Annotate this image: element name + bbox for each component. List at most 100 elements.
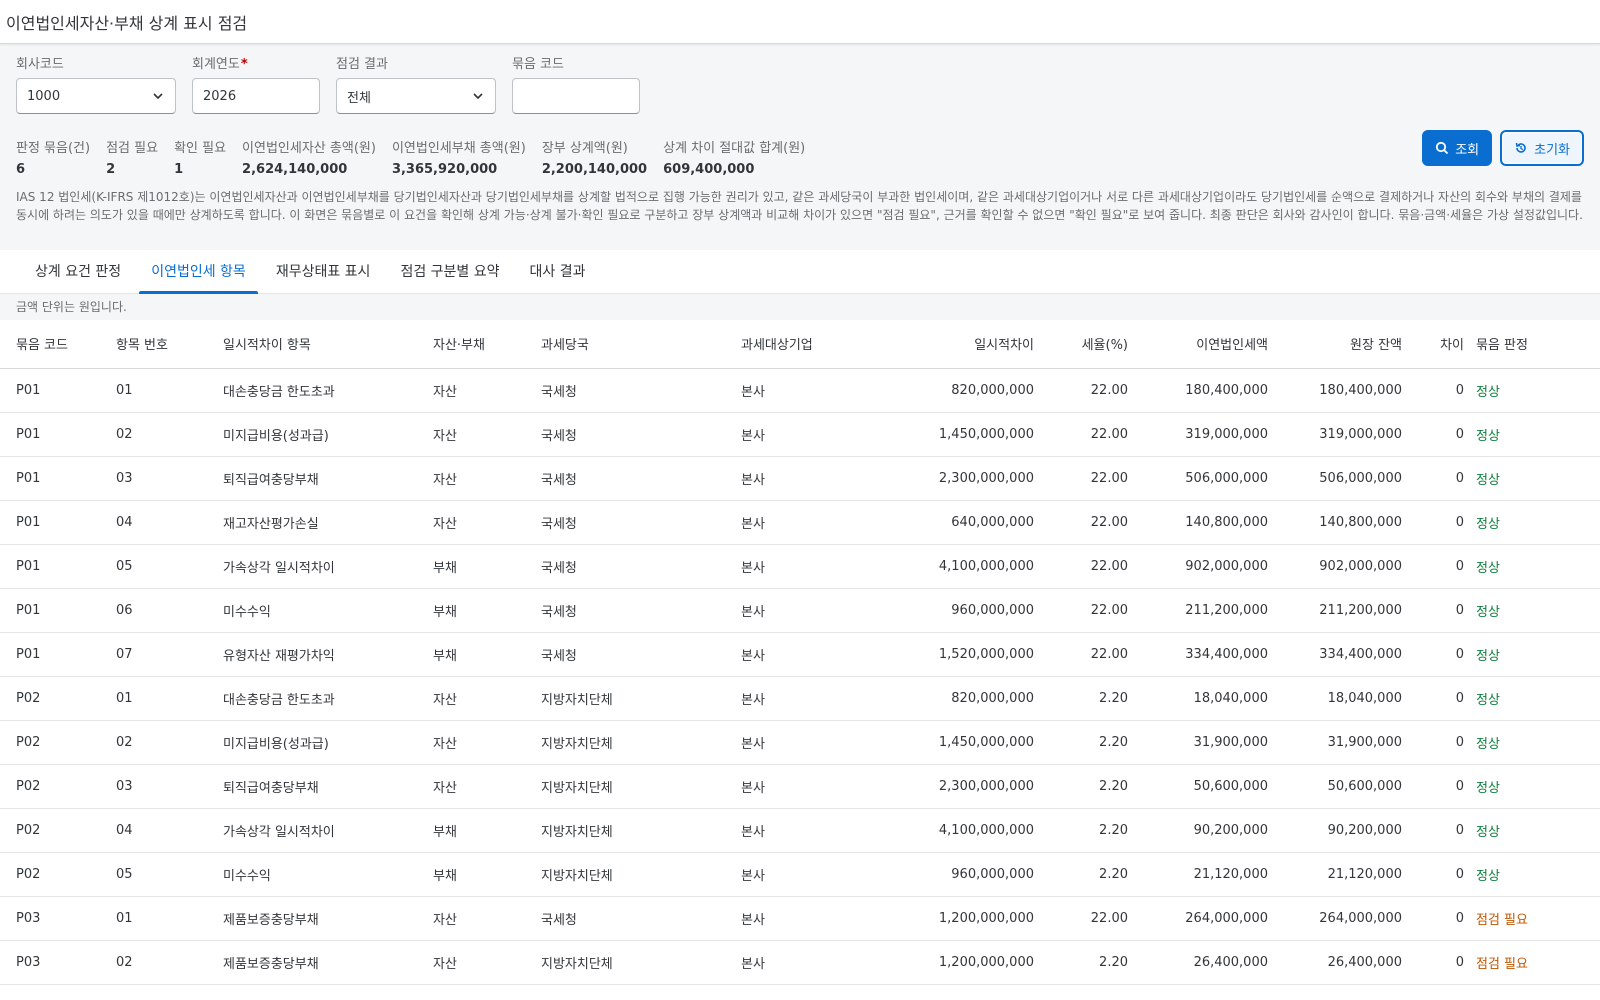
cell-temp-diff: 960,000,000	[880, 588, 1040, 633]
cell-item-no: 05	[110, 544, 217, 589]
table-row[interactable]: P02 01 대손충당금 한도초과 자산 지방자치단체 본사 820,000,000 2.20…	[0, 676, 1600, 721]
table-row[interactable]: P03 02 제품보증충당부채 자산 지방자치단체 본사 1,200,000,000 2.20…	[0, 940, 1600, 985]
cell-asset-liability: 부채	[427, 632, 535, 677]
cell-difference: 0	[1408, 808, 1470, 853]
reset-icon	[1515, 142, 1526, 153]
page-title: 이연법인세자산·부채 상계 표시 점검	[6, 13, 248, 33]
cell-tax-rate: 2.20	[1040, 852, 1134, 897]
cell-tax-rate: 22.00	[1040, 456, 1134, 501]
cell-item-no: 04	[110, 500, 217, 545]
cell-ledger-balance: 264,000,000	[1274, 896, 1408, 941]
required-mark: *	[240, 57, 248, 72]
fiscal-year-input[interactable]: 2026	[192, 78, 320, 114]
cell-taxable-entity: 본사	[735, 456, 880, 501]
cell-temp-diff: 2,300,000,000	[880, 456, 1040, 501]
check-result-field: 점검 결과 전체	[336, 52, 496, 114]
table-row[interactable]: P01 06 미수수익 부채 국세청 본사 960,000,000 22.00 211,200,…	[0, 588, 1600, 633]
cell-deferred-tax: 506,000,000	[1134, 456, 1274, 501]
cell-group-code: P01	[0, 588, 110, 633]
cell-deferred-tax: 264,000,000	[1134, 896, 1274, 941]
cell-group-code: P02	[0, 720, 110, 765]
cell-tax-authority: 지방자치단체	[535, 676, 735, 721]
table-row[interactable]: P02 02 미지급비용(성과급) 자산 지방자치단체 본사 1,450,000,000 2.…	[0, 720, 1600, 765]
col-asset-liability[interactable]: 자산·부채	[427, 320, 535, 369]
tab-category-summary[interactable]: 점검 구분별 요약	[385, 250, 514, 294]
col-deferred-tax[interactable]: 이연법인세액	[1134, 320, 1274, 369]
cell-difference: 0	[1408, 412, 1470, 457]
check-result-value: 전체	[347, 90, 371, 106]
col-ledger-balance[interactable]: 원장 잔액	[1274, 320, 1408, 369]
col-tax-rate[interactable]: 세율(%)	[1040, 320, 1134, 369]
table-row[interactable]: P01 03 퇴직급여충당부채 자산 국세청 본사 2,300,000,000 22.00 50…	[0, 456, 1600, 501]
company-code-value: 1000	[27, 88, 61, 104]
cell-tax-authority: 지방자치단체	[535, 940, 735, 985]
cell-deferred-tax: 902,000,000	[1134, 544, 1274, 589]
cell-deferred-tax: 319,000,000	[1134, 412, 1274, 457]
cell-tax-authority: 지방자치단체	[535, 764, 735, 809]
group-code-input[interactable]	[512, 78, 640, 114]
cell-tax-rate: 2.20	[1040, 764, 1134, 809]
cell-temp-diff: 820,000,000	[880, 676, 1040, 721]
cell-difference: 0	[1408, 500, 1470, 545]
cell-item-no: 01	[110, 368, 217, 413]
col-group-code[interactable]: 묶음 코드	[0, 320, 110, 369]
cell-temp-diff: 960,000,000	[880, 852, 1040, 897]
cell-tax-rate: 2.20	[1040, 720, 1134, 765]
table-row[interactable]: P01 04 재고자산평가손실 자산 국세청 본사 640,000,000 22.00 140,…	[0, 500, 1600, 545]
chevron-down-icon	[153, 93, 163, 100]
cell-tax-authority: 지방자치단체	[535, 808, 735, 853]
unit-note: 금액 단위는 원입니다.	[0, 294, 1600, 320]
cell-difference: 0	[1408, 852, 1470, 897]
col-tax-authority[interactable]: 과세당국	[535, 320, 735, 369]
cell-ledger-balance: 31,900,000	[1274, 720, 1408, 765]
cell-tax-authority: 국세청	[535, 896, 735, 941]
col-temp-diff-item[interactable]: 일시적차이 항목	[217, 320, 427, 369]
cell-taxable-entity: 본사	[735, 896, 880, 941]
cell-temp-diff-item: 퇴직급여충당부채	[217, 456, 427, 501]
cell-taxable-entity: 본사	[735, 764, 880, 809]
table-row[interactable]: P01 01 대손충당금 한도초과 자산 국세청 본사 820,000,000 22.00 18…	[0, 368, 1600, 413]
cell-difference: 0	[1408, 588, 1470, 633]
search-button[interactable]: 조회	[1422, 130, 1493, 166]
table-row[interactable]: P03 01 제품보증충당부채 자산 국세청 본사 1,200,000,000 22.00 26…	[0, 896, 1600, 941]
cell-difference: 0	[1408, 632, 1470, 677]
col-item-no[interactable]: 항목 번호	[110, 320, 217, 369]
cell-tax-rate: 22.00	[1040, 544, 1134, 589]
col-taxable-entity[interactable]: 과세대상기업	[735, 320, 880, 369]
table-row[interactable]: P02 03 퇴직급여충당부채 자산 지방자치단체 본사 2,300,000,000 2.20…	[0, 764, 1600, 809]
cell-ledger-balance: 21,120,000	[1274, 852, 1408, 897]
group-code-field: 묶음 코드	[512, 52, 640, 114]
cell-temp-diff: 820,000,000	[880, 368, 1040, 413]
cell-difference: 0	[1408, 456, 1470, 501]
cell-group-code: P01	[0, 368, 110, 413]
table-row[interactable]: P02 04 가속상각 일시적차이 부채 지방자치단체 본사 4,100,000,000 2.…	[0, 808, 1600, 853]
col-temp-diff[interactable]: 일시적차이	[880, 320, 1040, 369]
cell-group-verdict: 정상	[1470, 412, 1600, 457]
table-row[interactable]: P01 07 유형자산 재평가차익 부채 국세청 본사 1,520,000,000 22.00…	[0, 632, 1600, 677]
check-result-label: 점검 결과	[336, 57, 388, 72]
cell-taxable-entity: 본사	[735, 412, 880, 457]
table-row[interactable]: P01 05 가속상각 일시적차이 부채 국세청 본사 4,100,000,000 22.00…	[0, 544, 1600, 589]
check-result-select[interactable]: 전체	[336, 78, 496, 114]
cell-group-verdict: 정상	[1470, 456, 1600, 501]
cell-taxable-entity: 본사	[735, 500, 880, 545]
company-code-select[interactable]: 1000	[16, 78, 176, 114]
cell-deferred-tax: 50,600,000	[1134, 764, 1274, 809]
cell-deferred-tax: 180,400,000	[1134, 368, 1274, 413]
table-row[interactable]: P02 05 미수수익 부채 지방자치단체 본사 960,000,000 2.20 21,120…	[0, 852, 1600, 897]
tab-deferred-tax-items[interactable]: 이연법인세 항목	[136, 250, 261, 294]
reset-button[interactable]: 초기화	[1500, 130, 1584, 166]
col-difference[interactable]: 차이	[1408, 320, 1470, 369]
cell-tax-authority: 국세청	[535, 632, 735, 677]
cell-group-verdict: 정상	[1470, 720, 1600, 765]
cell-group-verdict: 점검 필요	[1470, 896, 1600, 941]
tab-balance-sheet[interactable]: 재무상태표 표시	[261, 250, 386, 294]
kpi-item: 확인 필요 1	[174, 141, 227, 177]
cell-asset-liability: 자산	[427, 456, 535, 501]
table-row[interactable]: P01 02 미지급비용(성과급) 자산 국세청 본사 1,450,000,000 22.00…	[0, 412, 1600, 457]
cell-group-code: P02	[0, 852, 110, 897]
tab-reconciliation[interactable]: 대사 결과	[515, 250, 601, 294]
tab-offset-criteria[interactable]: 상계 요건 판정	[20, 250, 136, 294]
cell-tax-authority: 지방자치단체	[535, 852, 735, 897]
col-group-verdict[interactable]: 묶음 판정	[1470, 320, 1600, 369]
